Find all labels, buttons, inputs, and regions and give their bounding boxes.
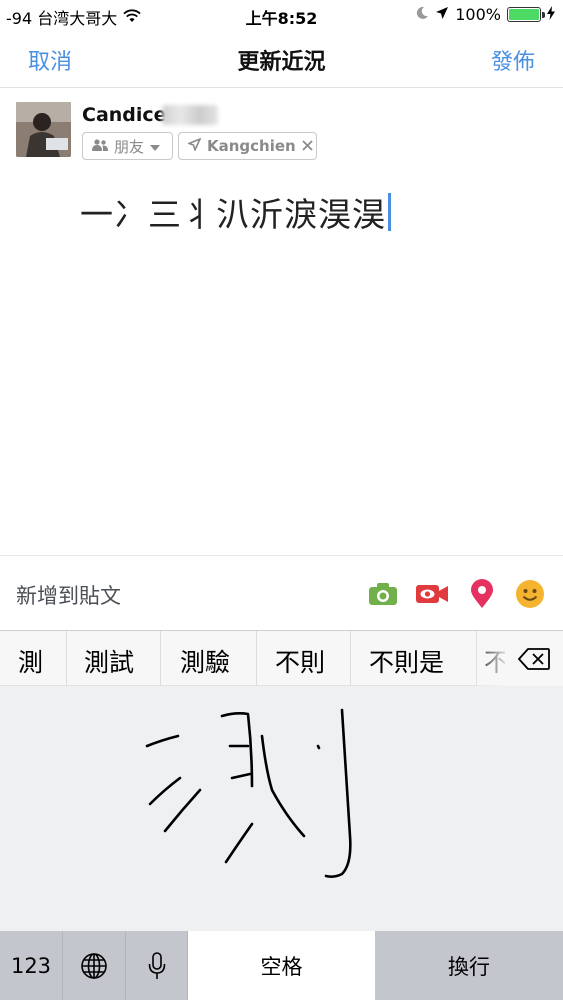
user-name: Candice: [82, 104, 167, 126]
handwriting-strokes: [145, 708, 352, 878]
battery-level: [509, 9, 539, 20]
location-arrow-icon: [435, 5, 449, 24]
candidate-bar: 測 測試 測驗 不則 不則是 不: [0, 631, 563, 686]
check-in-icon[interactable]: [466, 578, 498, 610]
live-video-icon[interactable]: [416, 578, 448, 610]
location-tag[interactable]: Kangchien: [178, 132, 317, 160]
handwriting-canvas[interactable]: [0, 686, 563, 931]
backspace-icon: [518, 647, 550, 670]
composer: Candice 朋友 Kangchien 一冫三丬汃沂淚淏淏: [0, 88, 563, 555]
text-cursor: [388, 193, 391, 231]
numbers-key[interactable]: 123: [0, 931, 63, 1000]
candidate-item[interactable]: 不則: [275, 643, 325, 679]
caret-down-icon: [150, 137, 161, 155]
candidate-item[interactable]: 測: [18, 643, 43, 679]
microphone-key[interactable]: [126, 931, 188, 1000]
feeling-icon[interactable]: [514, 578, 546, 610]
keyboard-bottom-row: 123 空格 換行: [0, 931, 563, 1000]
battery-icon: [507, 7, 545, 22]
location-arrow-icon: [186, 137, 202, 155]
nav-bar: 取消 更新近況 發佈: [0, 30, 563, 88]
redacted-surname: [162, 105, 218, 125]
avatar: [16, 102, 71, 157]
globe-icon: [81, 952, 107, 979]
charging-icon: [547, 5, 555, 24]
space-key[interactable]: 空格: [188, 931, 375, 1000]
globe-key[interactable]: [63, 931, 126, 1000]
friends-icon: [92, 137, 108, 155]
location-label: Kangchien: [207, 137, 296, 155]
status-right: 100%: [415, 5, 555, 24]
post-text: 一冫三丬汃沂淚淏淏: [80, 195, 386, 234]
candidate-item[interactable]: 測驗: [180, 643, 230, 679]
candidate-item[interactable]: 不則是: [369, 643, 444, 679]
status-bar: -94 台湾大哥大 上午8:52 100%: [0, 0, 563, 30]
add-to-post-label: 新增到貼文: [16, 584, 121, 608]
moon-icon: [415, 5, 429, 24]
battery-percent: 100%: [455, 5, 501, 24]
remove-location-icon[interactable]: [302, 137, 313, 155]
backspace-button[interactable]: [505, 631, 563, 686]
audience-label: 朋友: [114, 137, 145, 156]
camera-icon[interactable]: [367, 578, 399, 610]
page-title: 更新近況: [237, 50, 326, 75]
post-text-input[interactable]: 一冫三丬汃沂淚淏淏: [80, 188, 391, 236]
add-to-post-bar[interactable]: 新增到貼文: [0, 555, 563, 631]
microphone-icon: [148, 951, 165, 979]
candidate-item[interactable]: 測試: [84, 643, 134, 679]
return-key[interactable]: 換行: [375, 931, 563, 1000]
post-button[interactable]: 發佈: [491, 44, 535, 76]
audience-selector[interactable]: 朋友: [82, 132, 173, 160]
